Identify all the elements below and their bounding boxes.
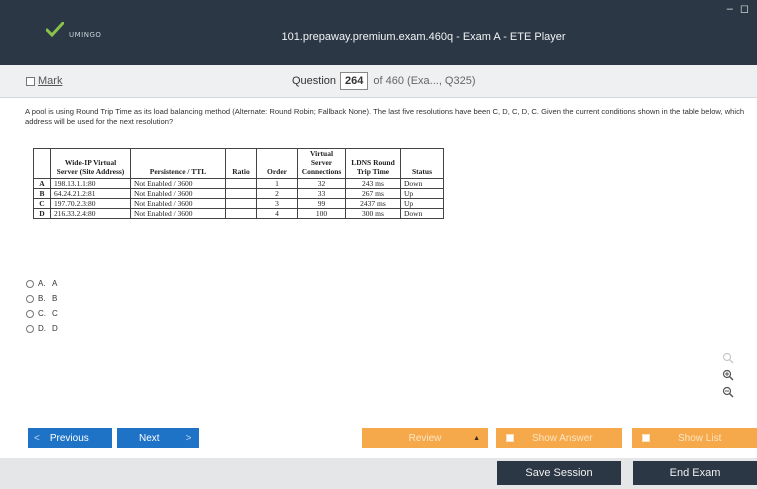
table-cell: 33 [297, 188, 346, 199]
show-list-checkbox[interactable] [642, 434, 650, 442]
table-cell: 198.13.1.1:80 [50, 178, 131, 189]
table-cell: Down [400, 178, 444, 189]
table-cell: Up [400, 188, 444, 199]
table-cell: 2 [256, 188, 298, 199]
bottom-bar: Save Session End Exam [0, 458, 757, 489]
question-total: of 460 (Exa..., Q325) [373, 75, 476, 87]
answer-option-c[interactable]: C. C [26, 306, 58, 321]
table-cell: 32 [297, 178, 346, 189]
table-cell: C [33, 198, 51, 209]
show-list-label[interactable]: Show List [678, 433, 721, 444]
question-text: A pool is using Round Trip Time as its l… [25, 107, 745, 126]
end-exam-button[interactable]: End Exam [633, 461, 757, 485]
table-header: Status [400, 148, 444, 179]
show-list-button[interactable]: Show List [632, 428, 757, 448]
table-cell [225, 208, 257, 219]
zoom-out-icon[interactable] [718, 386, 738, 403]
chevron-right-icon: > [185, 432, 192, 444]
review-label[interactable]: Review [409, 433, 442, 444]
option-text[interactable]: D [52, 324, 58, 333]
table-row: B 64.24.21.2:81 Not Enabled / 3600 2 33 … [33, 188, 444, 199]
table-header: LDNS Round Trip Time [345, 148, 401, 179]
radio-button[interactable] [26, 309, 34, 318]
option-letter[interactable]: B. [38, 294, 52, 303]
question-word: Question [292, 75, 337, 87]
table-cell: 100 [297, 208, 346, 219]
next-button[interactable]: Next > [117, 428, 199, 448]
navigation-bar: < Previous Next > Review ▲ Show Answer S… [0, 428, 757, 450]
table-cell: Up [400, 198, 444, 209]
show-answer-label[interactable]: Show Answer [532, 433, 593, 444]
next-label[interactable]: Next [139, 433, 160, 444]
option-letter[interactable]: A. [38, 279, 52, 288]
radio-button[interactable] [26, 324, 34, 333]
zoom-tools [718, 352, 738, 403]
table-cell: 3 [256, 198, 298, 209]
table-cell: B [33, 188, 51, 199]
table-header: Ratio [225, 148, 257, 179]
answer-option-d[interactable]: D. D [26, 321, 58, 336]
option-text[interactable]: C [52, 309, 58, 318]
table-cell: Down [400, 208, 444, 219]
table-cell: D [33, 208, 51, 219]
show-answer-button[interactable]: Show Answer [496, 428, 622, 448]
table-cell: 300 ms [345, 208, 401, 219]
table-cell: 4 [256, 208, 298, 219]
table-cell: 99 [297, 198, 346, 209]
option-letter[interactable]: D. [38, 324, 52, 333]
table-header: Wide-IP Virtual Server (Site Address) [50, 148, 131, 179]
table-cell: 243 ms [345, 178, 401, 189]
question-number-input[interactable]: 264 [340, 72, 369, 90]
option-letter[interactable]: C. [38, 309, 52, 318]
question-counter: Question 264 of 460 (Exa..., Q325) [292, 72, 476, 90]
table-row: A 198.13.1.1:80 Not Enabled / 3600 1 32 … [33, 178, 444, 189]
previous-button[interactable]: < Previous [28, 428, 112, 448]
table-cell: Not Enabled / 3600 [130, 208, 226, 219]
table-header: Order [256, 148, 298, 179]
table-cell [225, 178, 257, 189]
table-header-row: Wide-IP Virtual Server (Site Address) Pe… [33, 148, 444, 179]
table-cell: Not Enabled / 3600 [130, 178, 226, 189]
chevron-left-icon: < [34, 432, 40, 444]
table-cell: Not Enabled / 3600 [130, 188, 226, 199]
table-cell [225, 188, 257, 199]
pool-table: Wide-IP Virtual Server (Site Address) Pe… [33, 148, 444, 219]
table-header: Virtual Server Connections [297, 148, 346, 179]
mark-label[interactable]: Mark [38, 75, 62, 87]
mark-checkbox[interactable]: Mark [26, 75, 62, 87]
zoom-in-icon[interactable] [718, 369, 738, 386]
previous-label[interactable]: Previous [50, 433, 89, 444]
show-answer-checkbox[interactable] [506, 434, 514, 442]
table-cell [225, 198, 257, 209]
answer-option-a[interactable]: A. A [26, 276, 58, 291]
title-bar: UMINGO 101.prepaway.premium.exam.460q - … [0, 0, 757, 65]
table-row: D 216.33.2.4:80 Not Enabled / 3600 4 100… [33, 208, 444, 219]
table-cell: 197.70.2.3:80 [50, 198, 131, 209]
table-row: C 197.70.2.3:80 Not Enabled / 3600 3 99 … [33, 198, 444, 209]
table-cell: Not Enabled / 3600 [130, 198, 226, 209]
table-cell: 2437 ms [345, 198, 401, 209]
option-text[interactable]: A [52, 279, 57, 288]
save-session-button[interactable]: Save Session [497, 461, 621, 485]
window-controls[interactable]: – ◻ [727, 2, 751, 15]
radio-button[interactable] [26, 279, 34, 288]
answer-options: A. A B. B C. C D. D [26, 276, 58, 336]
table-header [33, 148, 51, 179]
table-cell: 64.24.21.2:81 [50, 188, 131, 199]
mark-checkbox-box[interactable] [26, 76, 35, 86]
triangle-up-icon[interactable]: ▲ [473, 435, 480, 442]
radio-button[interactable] [26, 294, 34, 303]
answer-option-b[interactable]: B. B [26, 291, 58, 306]
option-text[interactable]: B [52, 294, 57, 303]
table-cell: 216.33.2.4:80 [50, 208, 131, 219]
question-bar: Mark Question 264 of 460 (Exa..., Q325) [0, 65, 757, 98]
search-icon[interactable] [718, 352, 738, 369]
table-cell: A [33, 178, 51, 189]
table-header: Persistence / TTL [130, 148, 226, 179]
window-title: 101.prepaway.premium.exam.460q - Exam A … [281, 31, 566, 43]
review-button[interactable]: Review ▲ [362, 428, 488, 448]
table-cell: 267 ms [345, 188, 401, 199]
table-cell: 1 [256, 178, 298, 189]
